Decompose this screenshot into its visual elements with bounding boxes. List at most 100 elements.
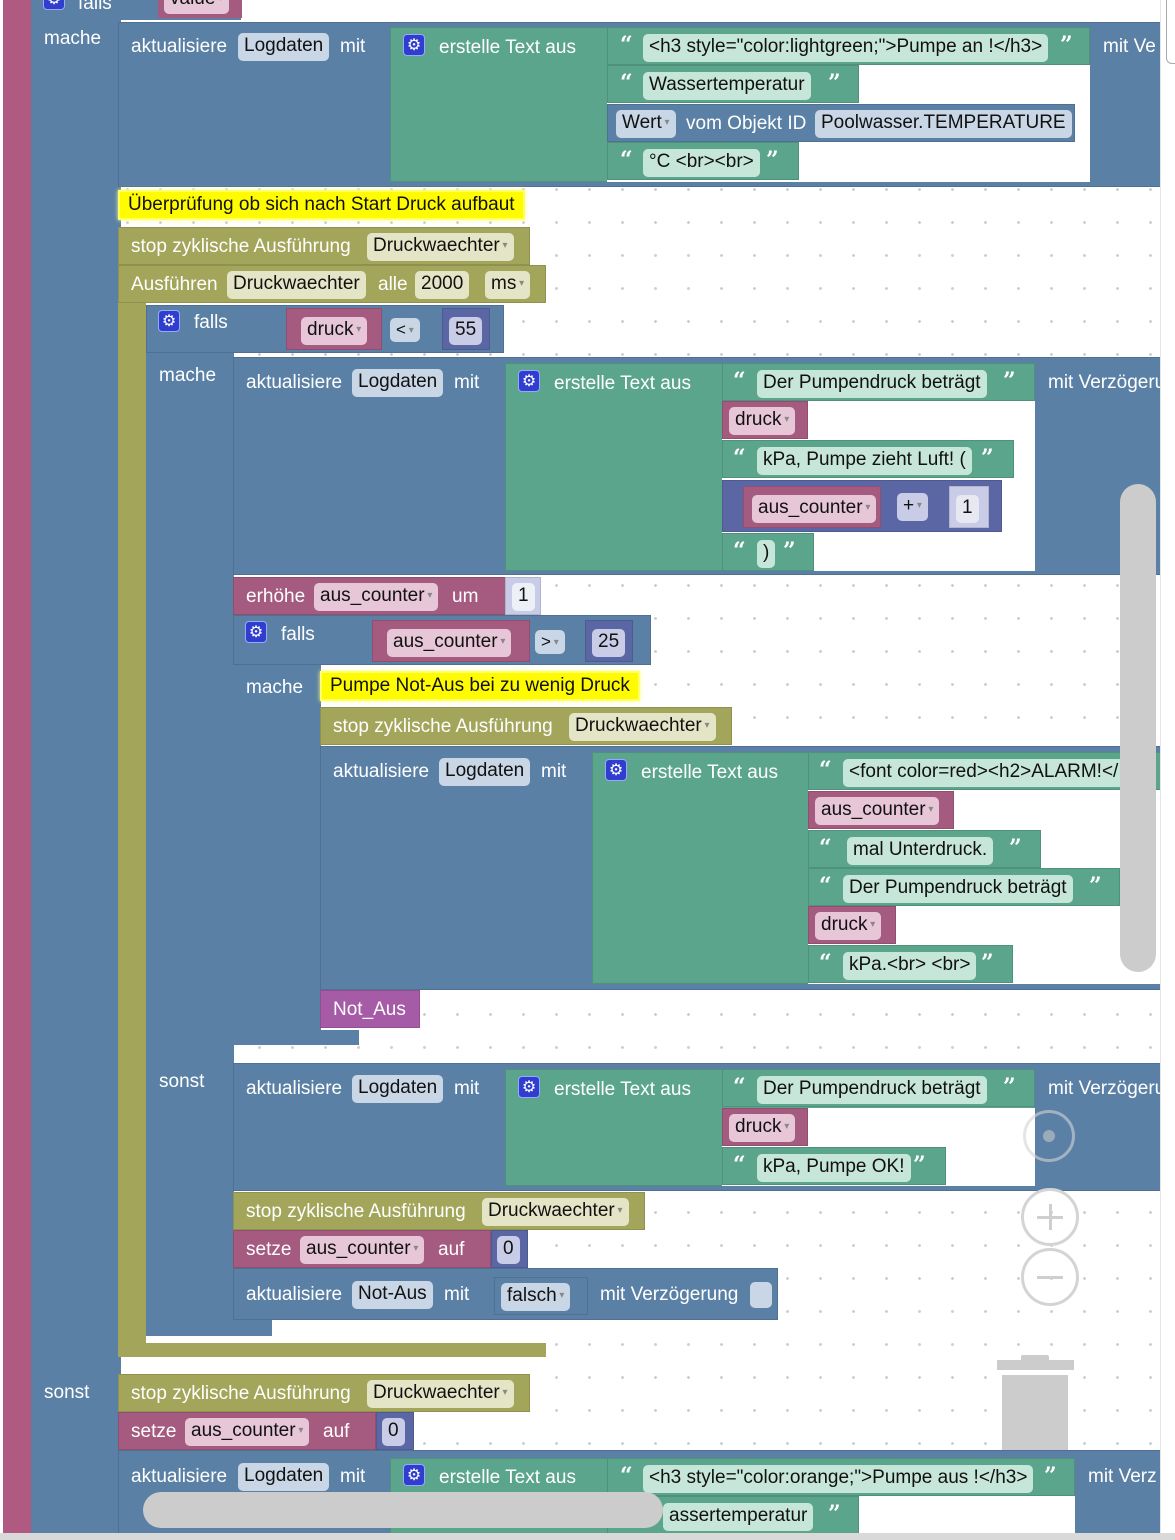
value-variable-dropdown[interactable]: value — [164, 0, 230, 14]
text-block[interactable]: “ Der Pumpendruck beträgt ” — [722, 1069, 1035, 1107]
text-field[interactable]: °C <br><br> — [643, 149, 760, 177]
text-field[interactable]: Wassertemperatur — [643, 72, 811, 100]
gear-icon[interactable]: ⚙ — [403, 1464, 425, 1486]
object-id-field[interactable]: Poolwasser.TEMPERATURE — [815, 110, 1072, 138]
interval-unit-dropdown[interactable]: ms — [485, 271, 531, 299]
compare-block[interactable]: aus_counter — [372, 620, 530, 662]
aus-counter-dropdown[interactable]: aus_counter — [300, 1236, 425, 1264]
gear-icon[interactable]: ⚙ — [43, 0, 65, 10]
delay-checkbox[interactable] — [750, 1282, 772, 1308]
druck-variable-dropdown[interactable]: druck — [815, 912, 882, 940]
interval-block[interactable]: Ausführen Druckwaechter alle 2000 ms — [118, 265, 546, 303]
gear-icon[interactable]: ⚙ — [245, 621, 267, 643]
stop-interval-block[interactable]: stop zyklische Ausführung Druckwaechter — [118, 1374, 530, 1412]
number-field[interactable]: 25 — [592, 629, 626, 657]
compare-operator-dropdown[interactable]: < — [390, 318, 420, 342]
number-field[interactable]: 0 — [497, 1236, 520, 1264]
vertical-scrollbar[interactable] — [1120, 484, 1156, 972]
text-block[interactable]: “ <font color=red><h2>ALARM!</ — [808, 752, 1163, 790]
compare-block[interactable]: druck — [286, 308, 382, 350]
recenter-icon[interactable] — [1023, 1110, 1075, 1162]
set-variable-block[interactable]: setze aus_counter auf — [118, 1412, 376, 1450]
number-block[interactable]: 1 — [505, 577, 541, 615]
aus-counter-dropdown[interactable]: aus_counter — [387, 629, 512, 657]
comment-block[interactable]: Überprüfung ob sich nach Start Druck auf… — [118, 190, 525, 220]
horizontal-scrollbar[interactable] — [143, 1492, 663, 1528]
variable-block[interactable]: aus_counter — [743, 486, 881, 528]
interval-dropdown[interactable]: Druckwaechter — [482, 1198, 629, 1226]
not-aus-field[interactable]: Not-Aus — [352, 1281, 433, 1309]
get-value-block[interactable]: Wert vom Objekt ID Poolwasser.TEMPERATUR… — [607, 104, 1075, 142]
math-operator-dropdown[interactable]: + — [897, 493, 928, 521]
zoom-out-icon[interactable] — [1021, 1248, 1079, 1306]
variable-block[interactable]: aus_counter — [808, 791, 954, 829]
gear-icon[interactable]: ⚙ — [403, 34, 425, 56]
boolean-block[interactable]: falsch — [494, 1277, 588, 1315]
wert-dropdown[interactable]: Wert — [616, 110, 676, 138]
number-field[interactable]: 1 — [956, 495, 979, 523]
gear-icon[interactable]: ⚙ — [605, 759, 627, 781]
compare-operator-dropdown[interactable]: > — [535, 630, 565, 654]
increment-block[interactable]: erhöhe aus_counter um — [233, 577, 511, 615]
arithmetic-block[interactable]: aus_counter + 1 — [722, 480, 1002, 532]
text-block[interactable]: “ kPa, Pumpe zieht Luft! ( ” — [722, 440, 1014, 478]
text-field[interactable]: Der Pumpendruck beträgt — [843, 875, 1073, 903]
gear-icon[interactable]: ⚙ — [518, 370, 540, 392]
aus-counter-dropdown[interactable]: aus_counter — [314, 583, 439, 611]
variable-block[interactable]: druck — [722, 401, 808, 439]
text-block[interactable]: “ Der Pumpendruck beträgt ” — [722, 363, 1035, 401]
logdaten-field[interactable]: Logdaten — [352, 369, 444, 397]
boolean-dropdown[interactable]: falsch — [501, 1283, 571, 1311]
number-block[interactable]: 0 — [376, 1412, 414, 1450]
logdaten-field[interactable]: Logdaten — [352, 1075, 444, 1103]
stop-interval-block[interactable]: stop zyklische Ausführung Druckwaechter — [233, 1192, 645, 1230]
text-block[interactable]: “ kPa.<br> <br> ” — [808, 945, 1013, 983]
text-block[interactable]: “ <h3 style="color:lightgreen;">Pumpe an… — [607, 27, 1090, 65]
interval-dropdown[interactable]: Druckwaechter — [367, 1380, 514, 1408]
logdaten-field[interactable]: Logdaten — [238, 1463, 330, 1491]
text-field[interactable]: ) — [757, 540, 776, 568]
gear-icon[interactable]: ⚙ — [518, 1076, 540, 1098]
druck-variable-dropdown[interactable]: druck — [301, 317, 368, 345]
stop-interval-block[interactable]: stop zyklische Ausführung Druckwaechter — [320, 707, 732, 745]
value-variable-block[interactable]: value — [158, 0, 242, 18]
text-field[interactable]: <font color=red><h2>ALARM!</ — [843, 759, 1125, 787]
druck-variable-dropdown[interactable]: druck — [729, 1114, 796, 1142]
stop-interval-block[interactable]: stop zyklische Ausführung Druckwaechter — [118, 227, 530, 265]
text-block[interactable]: “ Der Pumpendruck beträgt ” — [808, 868, 1120, 906]
text-block[interactable]: “ °C <br><br> ” — [607, 142, 799, 180]
text-field[interactable]: kPa.<br> <br> — [843, 952, 977, 980]
text-block[interactable]: “ <h3 style="color:orange;">Pumpe aus !<… — [607, 1458, 1075, 1496]
interval-dropdown[interactable]: Druckwaechter — [367, 233, 514, 261]
outer-if-block[interactable] — [31, 0, 121, 1540]
text-field[interactable]: <h3 style="color:orange;">Pumpe aus !</h… — [643, 1465, 1034, 1493]
number-block[interactable]: 55 — [442, 308, 490, 350]
aus-counter-dropdown[interactable]: aus_counter — [752, 495, 877, 523]
comment-block[interactable]: Pumpe Not-Aus bei zu wenig Druck — [320, 671, 640, 701]
text-field[interactable]: kPa, Pumpe zieht Luft! ( — [757, 447, 972, 475]
logdaten-field[interactable]: Logdaten — [439, 758, 531, 786]
variable-block[interactable]: druck — [722, 1108, 808, 1146]
text-block[interactable]: “ mal Unterdruck. ” — [808, 830, 1041, 868]
druck-variable-dropdown[interactable]: druck — [729, 407, 796, 435]
variable-block[interactable]: druck — [808, 906, 896, 944]
set-variable-block[interactable]: setze aus_counter auf — [233, 1230, 491, 1268]
text-field[interactable]: mal Unterdruck. — [847, 837, 994, 865]
update-not-aus-block[interactable]: aktualisiere Not-Aus mit falsch mit Verz… — [233, 1268, 778, 1320]
text-field[interactable]: kPa, Pumpe OK! — [757, 1154, 911, 1182]
number-field[interactable]: 55 — [449, 317, 483, 345]
trash-icon[interactable] — [997, 1355, 1077, 1450]
interval-name-field[interactable]: Druckwaechter — [227, 271, 366, 299]
logdaten-field[interactable]: Logdaten — [238, 33, 330, 61]
text-field[interactable]: Der Pumpendruck beträgt — [757, 370, 987, 398]
number-field[interactable]: 0 — [382, 1418, 405, 1446]
text-field[interactable]: assertemperatur — [663, 1503, 814, 1531]
function-call-not-aus[interactable]: Not_Aus — [320, 990, 420, 1028]
text-field[interactable]: <h3 style="color:lightgreen;">Pumpe an !… — [643, 34, 1049, 62]
zoom-in-icon[interactable] — [1021, 1188, 1079, 1246]
number-block[interactable]: 25 — [585, 620, 633, 662]
interval-value-field[interactable]: 2000 — [415, 271, 470, 299]
text-block[interactable]: “ kPa, Pumpe OK! ” — [722, 1147, 946, 1185]
number-block[interactable]: 1 — [949, 486, 989, 528]
number-field[interactable]: 1 — [512, 583, 535, 611]
